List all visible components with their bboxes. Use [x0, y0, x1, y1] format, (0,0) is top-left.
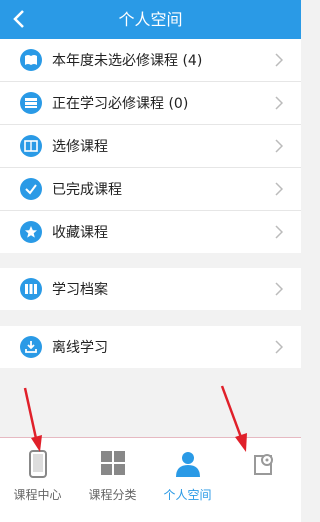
tab-course-category[interactable]: 课程分类: [75, 438, 150, 522]
tab-label: 课程分类: [88, 488, 137, 502]
menu-item-label: 离线学习: [52, 340, 108, 356]
menu-item-label: 本年度未选必修课程 (4): [52, 53, 203, 69]
menu-item-label: 已完成课程: [52, 182, 122, 198]
chevron-right-icon: [271, 95, 287, 111]
download-icon: [20, 336, 42, 358]
tab-label: 课程中心: [13, 488, 62, 502]
stack-icon: [20, 92, 42, 114]
tab-settings[interactable]: [225, 438, 300, 522]
tab-course-center[interactable]: 课程中心: [0, 438, 75, 522]
menu-item-studying-required[interactable]: 正在学习必修课程 (0): [0, 82, 301, 125]
menu-item-learning-archive[interactable]: 学习档案: [0, 268, 301, 310]
chevron-right-icon: [271, 181, 287, 197]
menu-item-elective[interactable]: 选修课程: [0, 125, 301, 168]
chevron-right-icon: [271, 339, 287, 355]
offline-menu-group: 离线学习: [0, 326, 301, 368]
chevron-right-icon: [271, 224, 287, 240]
menu-item-offline-learning[interactable]: 离线学习: [0, 326, 301, 368]
menu-item-favorites[interactable]: 收藏课程: [0, 211, 301, 253]
page-title: 个人空间: [118, 10, 183, 29]
notebook-icon: [20, 135, 42, 157]
archive-icon: [20, 278, 42, 300]
bottom-tab-bar: 课程中心 课程分类 个人空间: [0, 437, 301, 522]
archive-menu-group: 学习档案: [0, 268, 301, 310]
grid-icon: [75, 450, 150, 478]
chevron-right-icon: [271, 281, 287, 297]
chevron-right-icon: [271, 52, 287, 68]
menu-item-completed[interactable]: 已完成课程: [0, 168, 301, 211]
book-icon: [20, 49, 42, 71]
menu-item-label: 正在学习必修课程 (0): [52, 96, 189, 112]
star-icon: [20, 221, 42, 243]
tab-personal-space[interactable]: 个人空间: [150, 438, 225, 522]
menu-item-label: 选修课程: [52, 139, 108, 155]
menu-item-label: 学习档案: [52, 282, 108, 298]
tab-label: 个人空间: [163, 488, 212, 502]
menu-item-unselected-required[interactable]: 本年度未选必修课程 (4): [0, 39, 301, 82]
chevron-right-icon: [271, 138, 287, 154]
course-menu-group: 本年度未选必修课程 (4) 正在学习必修课程 (0) 选修课程 已完成课程 收藏…: [0, 39, 301, 253]
tablet-icon: [0, 450, 75, 478]
person-icon: [150, 450, 225, 478]
top-bar: 个人空间: [0, 0, 301, 39]
check-icon: [20, 178, 42, 200]
menu-item-label: 收藏课程: [52, 225, 108, 241]
settings-icon: [225, 450, 300, 478]
